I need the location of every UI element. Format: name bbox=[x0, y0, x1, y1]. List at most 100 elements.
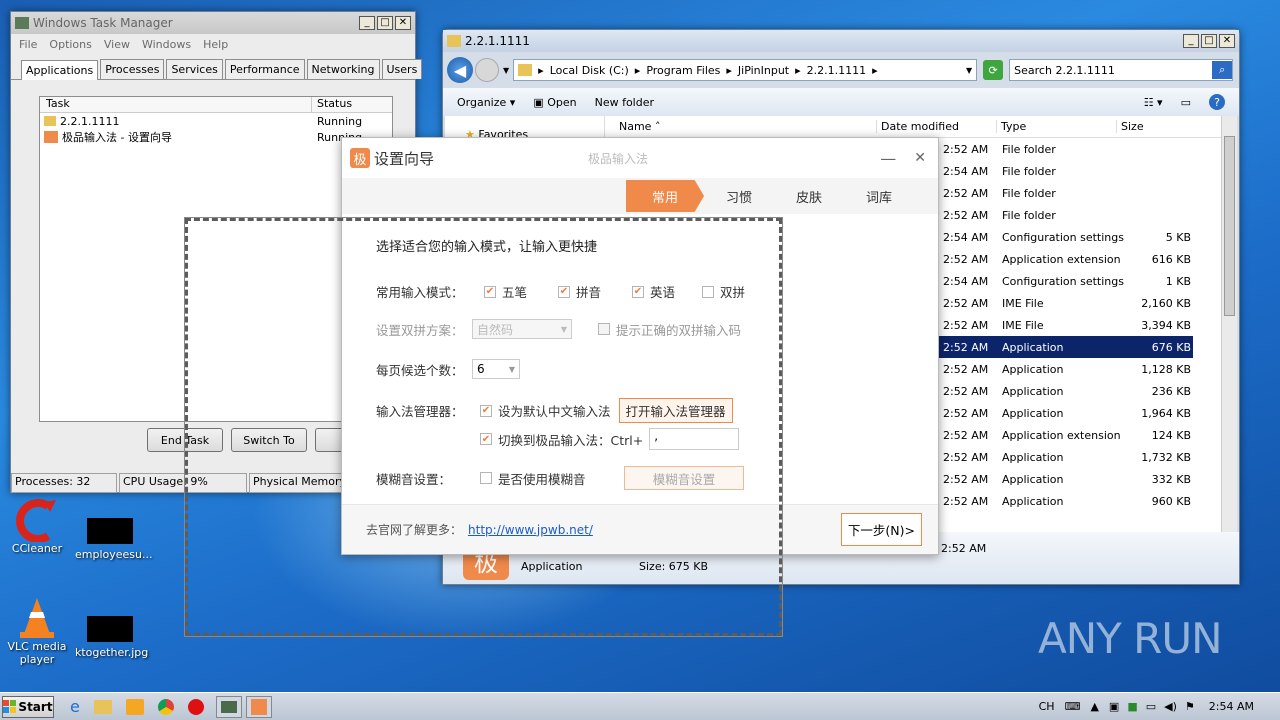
chevron-down-icon[interactable]: ▼ bbox=[966, 66, 972, 75]
task-list[interactable]: Task Status 2.2.1.1111 Running 极品输入法 - 设… bbox=[39, 96, 393, 422]
forward-arrow-icon[interactable] bbox=[475, 58, 499, 82]
tab-skins[interactable]: 皮肤 bbox=[774, 187, 844, 206]
tray-display-icon[interactable]: ▭ bbox=[1146, 700, 1156, 713]
breadcrumb-item[interactable]: 2.2.1.1111 bbox=[807, 64, 866, 77]
open-manager-button[interactable]: 打开输入法管理器 bbox=[618, 398, 733, 423]
help-icon[interactable]: ? bbox=[1209, 94, 1225, 110]
column-task[interactable]: Task bbox=[40, 97, 312, 112]
tab-habits[interactable]: 习惯 bbox=[704, 187, 774, 206]
tab-dictionary[interactable]: 词库 bbox=[844, 187, 914, 206]
shuangpin-scheme-select[interactable]: 自然码 ▼ bbox=[472, 319, 572, 339]
menu-options[interactable]: Options bbox=[49, 38, 91, 51]
shuangpin-scheme-row: 设置双拼方案： 自然码 ▼ 提示正确的双拼输入码 bbox=[376, 319, 741, 339]
search-input[interactable]: Search 2.2.1.1111 ⌕ bbox=[1009, 59, 1234, 81]
cell-size: 1,964 KB bbox=[1141, 406, 1191, 420]
column-size[interactable]: Size bbox=[1117, 120, 1144, 133]
tab-performance[interactable]: Performance bbox=[224, 59, 305, 79]
website-link[interactable]: http://www.jpwb.net/ bbox=[468, 523, 593, 537]
close-icon[interactable]: ✕ bbox=[914, 150, 926, 166]
taskmanager-taskbar-button[interactable] bbox=[215, 695, 242, 718]
tray-app-icon[interactable]: ■ bbox=[1127, 700, 1137, 713]
shuangpin-checkbox[interactable] bbox=[702, 285, 714, 298]
view-options-icon[interactable]: ☷ ▾ bbox=[1144, 96, 1163, 109]
menu-view[interactable]: View bbox=[104, 38, 130, 51]
fuzzy-settings-button[interactable]: 模糊音设置 bbox=[624, 466, 744, 490]
end-task-button[interactable]: End Task bbox=[147, 428, 223, 452]
wizard-heading: 选择适合您的输入模式，让输入更快捷 bbox=[376, 240, 598, 255]
history-dropdown-icon[interactable]: ▼ bbox=[503, 66, 509, 75]
next-button[interactable]: 下一步(N)> bbox=[840, 513, 922, 546]
hotkey-input[interactable]: , bbox=[649, 428, 740, 450]
tab-strip: Applications Processes Services Performa… bbox=[11, 59, 423, 80]
volume-icon[interactable]: ◀) bbox=[1164, 700, 1177, 713]
action-center-flag-icon[interactable]: ⚑ bbox=[1185, 700, 1195, 713]
close-button[interactable]: ✕ bbox=[395, 16, 411, 30]
ime-manager-row: 输入法管理器： ✔ 设为默认中文输入法 打开输入法管理器 bbox=[376, 398, 733, 423]
chevron-right-icon: ▸ bbox=[634, 63, 641, 77]
back-arrow-icon[interactable]: ◀ bbox=[447, 57, 473, 83]
tab-processes[interactable]: Processes bbox=[100, 59, 165, 79]
open-button[interactable]: ▣ Open bbox=[533, 96, 576, 109]
per-page-select[interactable]: 6 ▼ bbox=[472, 359, 520, 379]
desktop-icon-vlc[interactable]: VLC media player bbox=[2, 596, 72, 666]
column-status[interactable]: Status bbox=[312, 97, 352, 112]
close-button[interactable]: ✕ bbox=[1219, 34, 1235, 48]
refresh-icon[interactable]: ⟳ bbox=[983, 60, 1004, 80]
english-checkbox[interactable]: ✔ bbox=[632, 285, 644, 298]
start-label: Start bbox=[18, 699, 53, 714]
breadcrumb-item[interactable]: Local Disk (C:) bbox=[550, 64, 629, 77]
clock[interactable]: 2:54 AM bbox=[1209, 700, 1254, 713]
cell-size: 676 KB bbox=[1151, 340, 1191, 354]
minimize-icon[interactable]: — bbox=[880, 149, 896, 168]
jipin-taskbar-button[interactable] bbox=[245, 695, 272, 718]
explorer-icon[interactable] bbox=[93, 699, 112, 714]
breadcrumb-item[interactable]: Program Files bbox=[646, 64, 720, 77]
preview-pane-icon[interactable]: ▭ bbox=[1181, 96, 1191, 109]
desktop-icon-ktogether[interactable]: ktogether.jpg bbox=[75, 596, 148, 659]
new-folder-button[interactable]: New folder bbox=[595, 96, 654, 109]
column-name[interactable]: Name ˄ bbox=[605, 120, 877, 133]
tab-networking[interactable]: Networking bbox=[306, 59, 380, 79]
menu-bar: File Options View Windows Help bbox=[11, 34, 415, 55]
tab-users[interactable]: Users bbox=[381, 59, 423, 79]
scrollbar-thumb[interactable] bbox=[1224, 136, 1235, 316]
show-hidden-icons[interactable]: ▲ bbox=[1090, 700, 1098, 713]
keyboard-icon[interactable]: ⌨ bbox=[1065, 700, 1081, 713]
default-cn-checkbox[interactable]: ✔ bbox=[480, 404, 492, 417]
shuangpin-hint-checkbox[interactable] bbox=[598, 323, 610, 335]
tab-services[interactable]: Services bbox=[166, 59, 223, 79]
breadcrumb[interactable]: ▸ Local Disk (C:) ▸ Program Files ▸ JiPinI… bbox=[513, 59, 978, 81]
tab-common[interactable]: 常用 bbox=[626, 180, 704, 212]
switch-to-button[interactable]: Switch To bbox=[231, 428, 307, 452]
breadcrumb-item[interactable]: JiPinInput bbox=[738, 64, 789, 77]
wubi-checkbox[interactable]: ✔ bbox=[484, 285, 496, 298]
search-icon[interactable]: ⌕ bbox=[1212, 61, 1233, 79]
table-row[interactable]: 极品输入法 - 设置向导 Running bbox=[40, 129, 392, 145]
desktop-icon-employeesu[interactable]: employeesu... bbox=[75, 498, 153, 561]
maximize-button[interactable]: □ bbox=[377, 16, 393, 30]
minimize-button[interactable]: _ bbox=[1183, 34, 1199, 48]
cell-type: Application extension bbox=[1002, 252, 1121, 266]
switch-hotkey-checkbox[interactable]: ✔ bbox=[480, 433, 492, 445]
menu-help[interactable]: Help bbox=[203, 38, 228, 51]
column-date[interactable]: Date modified bbox=[877, 120, 997, 133]
media-player-icon[interactable] bbox=[125, 698, 144, 715]
table-row[interactable]: 2.2.1.1111 Running bbox=[40, 113, 392, 129]
menu-file[interactable]: File bbox=[19, 38, 37, 51]
ie-icon[interactable]: e bbox=[70, 697, 80, 716]
opera-icon[interactable] bbox=[187, 698, 204, 715]
vertical-scrollbar[interactable] bbox=[1221, 116, 1237, 532]
menu-windows[interactable]: Windows bbox=[142, 38, 191, 51]
chrome-icon[interactable] bbox=[157, 698, 174, 715]
tab-applications[interactable]: Applications bbox=[21, 60, 99, 80]
organize-button[interactable]: Organize ▾ bbox=[457, 96, 515, 109]
language-indicator[interactable]: CH bbox=[1039, 700, 1055, 713]
column-type[interactable]: Type bbox=[997, 120, 1117, 133]
pinyin-checkbox[interactable]: ✔ bbox=[558, 285, 570, 298]
minimize-button[interactable]: _ bbox=[359, 16, 375, 30]
tray-network-icon[interactable]: ▣ bbox=[1109, 700, 1119, 713]
start-button[interactable]: Start bbox=[2, 695, 54, 718]
desktop-icon-ccleaner[interactable]: CCleaner bbox=[2, 498, 72, 555]
fuzzy-checkbox[interactable] bbox=[480, 472, 492, 484]
maximize-button[interactable]: □ bbox=[1201, 34, 1217, 48]
